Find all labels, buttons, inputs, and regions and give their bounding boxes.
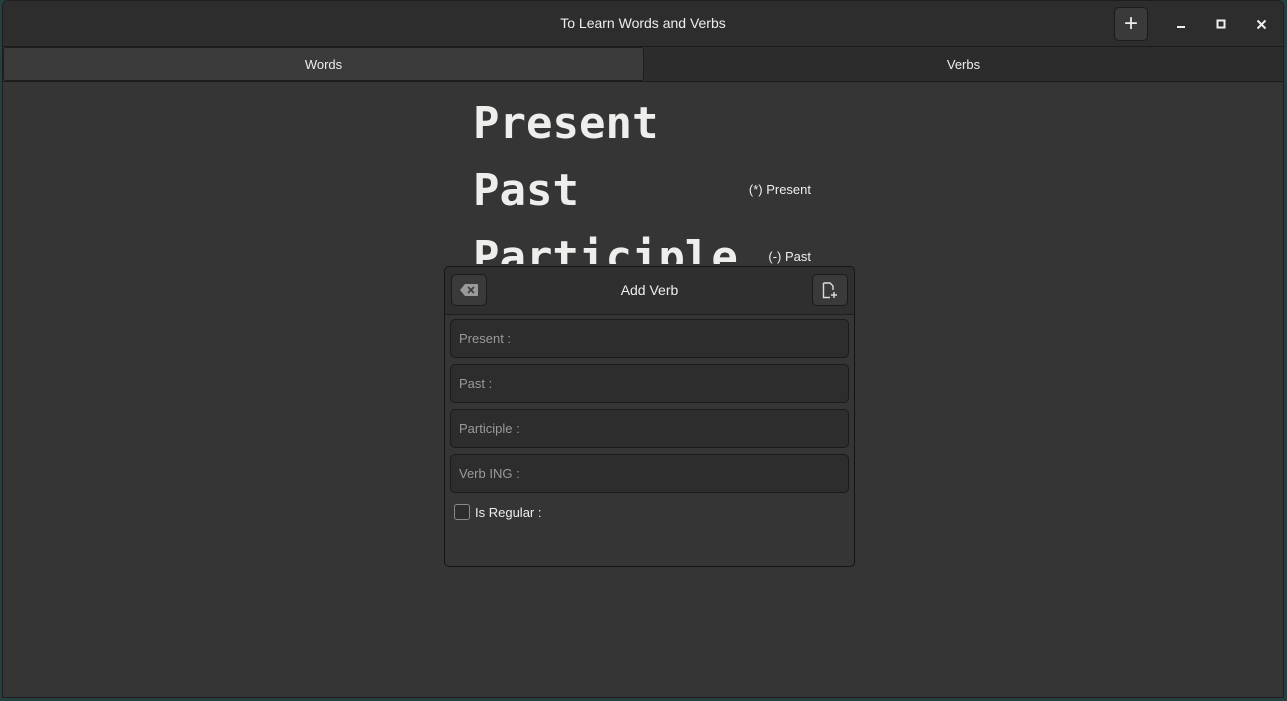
tab-verbs[interactable]: Verbs — [644, 47, 1283, 81]
popover-title: Add Verb — [620, 282, 679, 298]
past-note: (-) Past — [768, 249, 811, 264]
participle-field[interactable] — [450, 409, 849, 448]
is-regular-label: Is Regular : — [475, 504, 542, 520]
past-word: Past — [473, 165, 579, 216]
view-switcher: Words Verbs — [3, 47, 1283, 82]
close-icon — [1256, 19, 1266, 29]
window-title: To Learn Words and Verbs — [560, 15, 726, 31]
plus-icon: + — [1123, 10, 1138, 37]
minimize-button[interactable] — [1168, 11, 1194, 37]
verb-ing-field[interactable] — [450, 454, 849, 493]
flashcard-area: Present Past Participle (*) Present (-) … — [3, 82, 1283, 265]
app-window: To Learn Words and Verbs + Words Verbs P… — [2, 0, 1284, 698]
add-verb-popover: Add Verb Is Regular : — [444, 266, 855, 567]
is-regular-checkbox[interactable] — [454, 504, 470, 520]
minimize-icon — [1177, 26, 1185, 28]
add-document-button[interactable] — [812, 274, 848, 306]
add-verb-button[interactable]: + — [1114, 7, 1148, 41]
past-field[interactable] — [450, 364, 849, 403]
popover-header: Add Verb — [445, 267, 854, 315]
document-new-icon — [822, 281, 837, 298]
header-bar: To Learn Words and Verbs + — [3, 1, 1283, 47]
close-button[interactable] — [1248, 11, 1274, 37]
tab-words[interactable]: Words — [3, 47, 644, 81]
maximize-icon — [1216, 19, 1226, 29]
is-regular-row: Is Regular : — [454, 504, 541, 520]
present-note: (*) Present — [748, 182, 811, 197]
present-word: Present — [473, 98, 659, 149]
participle-word: Participle — [473, 232, 738, 265]
maximize-button[interactable] — [1208, 11, 1234, 37]
present-field[interactable] — [450, 319, 849, 358]
